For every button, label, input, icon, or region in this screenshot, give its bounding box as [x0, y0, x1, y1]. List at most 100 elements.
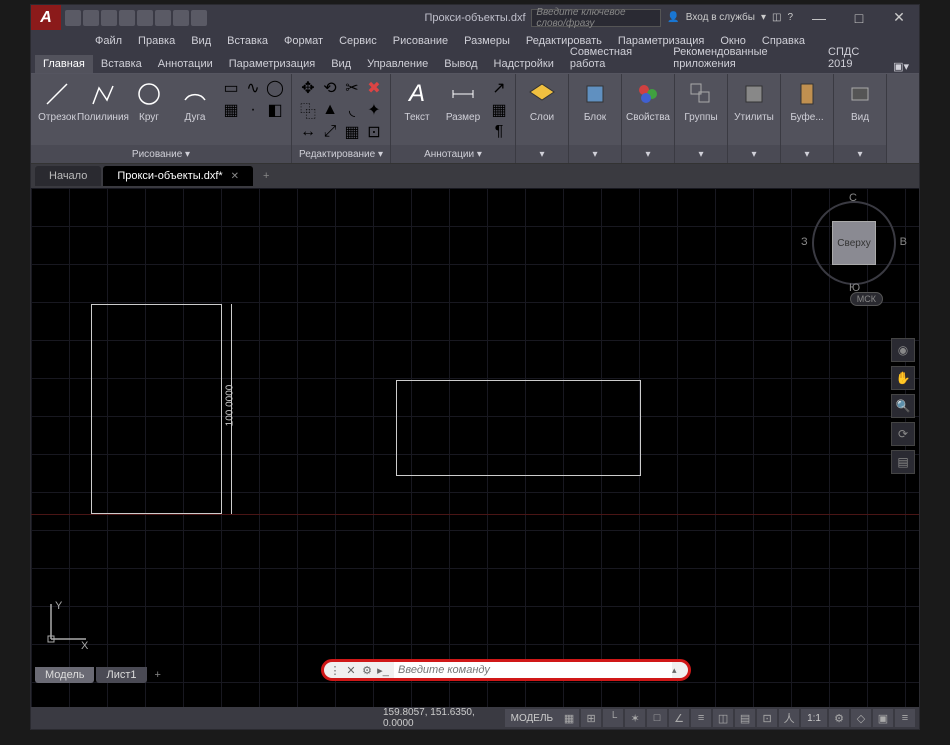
rectangle-2[interactable]	[396, 380, 641, 476]
rectangle-1[interactable]	[91, 304, 222, 514]
search-input[interactable]: Введите ключевое слово/фразу	[531, 9, 661, 27]
tool-dimension[interactable]: Размер	[441, 76, 485, 125]
leader-icon[interactable]: ↗	[489, 78, 509, 98]
ribbon-tab-parametric[interactable]: Параметризация	[221, 55, 323, 73]
status-scale[interactable]: 1:1	[801, 709, 827, 727]
app-logo[interactable]: A	[31, 5, 61, 30]
ribbon-tab-annotate[interactable]: Аннотации	[150, 55, 221, 73]
viewcube-west[interactable]: З	[801, 236, 808, 248]
copy-icon[interactable]: ⿻	[298, 100, 318, 120]
stretch-icon[interactable]: ↔	[298, 122, 318, 142]
panel-props-label[interactable]: ▾	[622, 145, 674, 163]
tool-groups[interactable]: Группы	[679, 76, 723, 125]
tool-polyline[interactable]: Полилиния	[81, 76, 125, 125]
panel-groups-label[interactable]: ▾	[675, 145, 727, 163]
viewcube-east[interactable]: В	[900, 236, 907, 248]
tool-props[interactable]: Свойства	[626, 76, 670, 125]
menu-tools[interactable]: Сервис	[333, 33, 383, 49]
drawing-canvas[interactable]: 100.0000 Сверху С Ю В З МСК ◉ ✋ 🔍 ⟳ ▤	[31, 188, 919, 707]
status-custom-icon[interactable]: ≡	[895, 709, 915, 727]
erase-icon[interactable]: ✖	[364, 78, 384, 98]
status-model[interactable]: МОДЕЛЬ	[505, 709, 559, 727]
nav-zoom-icon[interactable]: 🔍	[891, 394, 915, 418]
qat-more-icon[interactable]	[191, 10, 207, 26]
panel-edit-label[interactable]: Редактирование ▾	[292, 145, 390, 163]
ribbon-tab-featured[interactable]: Рекомендованные приложения	[665, 43, 820, 73]
tool-arc[interactable]: Дуга	[173, 76, 217, 125]
menu-view[interactable]: Вид	[185, 33, 217, 49]
cmd-custom-icon[interactable]: ⚙	[360, 663, 374, 677]
viewcube-ring[interactable]	[812, 201, 896, 285]
minimize-button[interactable]: —	[799, 5, 839, 30]
ribbon-tab-addins[interactable]: Надстройки	[486, 55, 562, 73]
tool-text[interactable]: A Текст	[395, 76, 439, 125]
tool-layers[interactable]: Слои	[520, 76, 564, 125]
qat-save-icon[interactable]	[101, 10, 117, 26]
login-link[interactable]: Вход в службы	[686, 12, 755, 23]
status-clean-icon[interactable]: ▣	[873, 709, 893, 727]
tool-clipboard[interactable]: Буфе...	[785, 76, 829, 125]
qat-open-icon[interactable]	[83, 10, 99, 26]
tool-utils[interactable]: Утилиты	[732, 76, 776, 125]
cmd-handle-icon[interactable]: ⋮	[328, 663, 342, 677]
qat-undo-icon[interactable]	[155, 10, 171, 26]
region-icon[interactable]: ◧	[265, 100, 285, 120]
file-tab-start[interactable]: Начало	[35, 166, 101, 186]
cart-icon[interactable]: ▾	[761, 12, 766, 23]
maximize-button[interactable]: □	[839, 5, 879, 30]
nav-pan-icon[interactable]: ✋	[891, 366, 915, 390]
status-iso-icon[interactable]: ◇	[851, 709, 871, 727]
infocenter-icon[interactable]: 👤	[667, 12, 679, 23]
file-tab-add[interactable]: +	[255, 168, 277, 184]
status-grid-icon[interactable]: ▦	[559, 709, 579, 727]
viewcube[interactable]: Сверху С Ю В З	[809, 198, 899, 288]
mtext-icon[interactable]: ¶	[489, 122, 509, 142]
qat-new-icon[interactable]	[65, 10, 81, 26]
menu-file[interactable]: Файл	[89, 33, 128, 49]
panel-draw-label[interactable]: Рисование ▾	[31, 145, 291, 163]
menu-draw[interactable]: Рисование	[387, 33, 454, 49]
nav-orbit-icon[interactable]: ⟳	[891, 422, 915, 446]
array-icon[interactable]: ▦	[342, 122, 362, 142]
ucs-icon[interactable]: Y X	[41, 599, 91, 649]
point-icon[interactable]: ·	[243, 100, 263, 120]
status-otrack-icon[interactable]: ∠	[669, 709, 689, 727]
menu-edit[interactable]: Правка	[132, 33, 181, 49]
fillet-icon[interactable]: ◟	[342, 100, 362, 120]
ribbon-tab-output[interactable]: Вывод	[436, 55, 485, 73]
panel-annot-label[interactable]: Аннотации ▾	[391, 145, 515, 163]
panel-view-label[interactable]: ▾	[834, 145, 886, 163]
tool-circle[interactable]: Круг	[127, 76, 171, 125]
status-gear-icon[interactable]: ⚙	[829, 709, 849, 727]
status-snap-icon[interactable]: ⊞	[581, 709, 601, 727]
status-ortho-icon[interactable]: └	[603, 709, 623, 727]
offset-icon[interactable]: ⊡	[364, 122, 384, 142]
rect-icon[interactable]: ▭	[221, 78, 241, 98]
ribbon-tab-manage[interactable]: Управление	[359, 55, 436, 73]
layout-tab-model[interactable]: Модель	[35, 667, 94, 683]
ribbon-expand-icon[interactable]: ▣▾	[887, 60, 915, 73]
cmd-close-icon[interactable]: ✕	[344, 663, 358, 677]
ribbon-tab-view[interactable]: Вид	[323, 55, 359, 73]
tool-block[interactable]: Блок	[573, 76, 617, 125]
mirror-icon[interactable]: ▲	[320, 100, 340, 120]
panel-block-label[interactable]: ▾	[569, 145, 621, 163]
ribbon-tab-collab[interactable]: Совместная работа	[562, 43, 665, 73]
viewcube-wcs[interactable]: МСК	[850, 292, 883, 306]
nav-showmotion-icon[interactable]: ▤	[891, 450, 915, 474]
rotate-icon[interactable]: ⟲	[320, 78, 340, 98]
ribbon-tab-insert[interactable]: Вставка	[93, 55, 150, 73]
status-transparency-icon[interactable]: ◫	[713, 709, 733, 727]
qat-saveas-icon[interactable]	[119, 10, 135, 26]
file-tab-current[interactable]: Прокси-объекты.dxf*✕	[103, 166, 253, 186]
menu-format[interactable]: Формат	[278, 33, 329, 49]
qat-plot-icon[interactable]	[137, 10, 153, 26]
nav-wheel-icon[interactable]: ◉	[891, 338, 915, 362]
status-qp-icon[interactable]: ▤	[735, 709, 755, 727]
panel-layers-label[interactable]: ▾	[516, 145, 568, 163]
ribbon-tab-spds[interactable]: СПДС 2019	[820, 43, 887, 73]
command-input[interactable]	[394, 662, 672, 678]
explode-icon[interactable]: ✦	[364, 100, 384, 120]
spline-icon[interactable]: ∿	[243, 78, 263, 98]
cmd-history-icon[interactable]: ▴	[672, 665, 684, 676]
